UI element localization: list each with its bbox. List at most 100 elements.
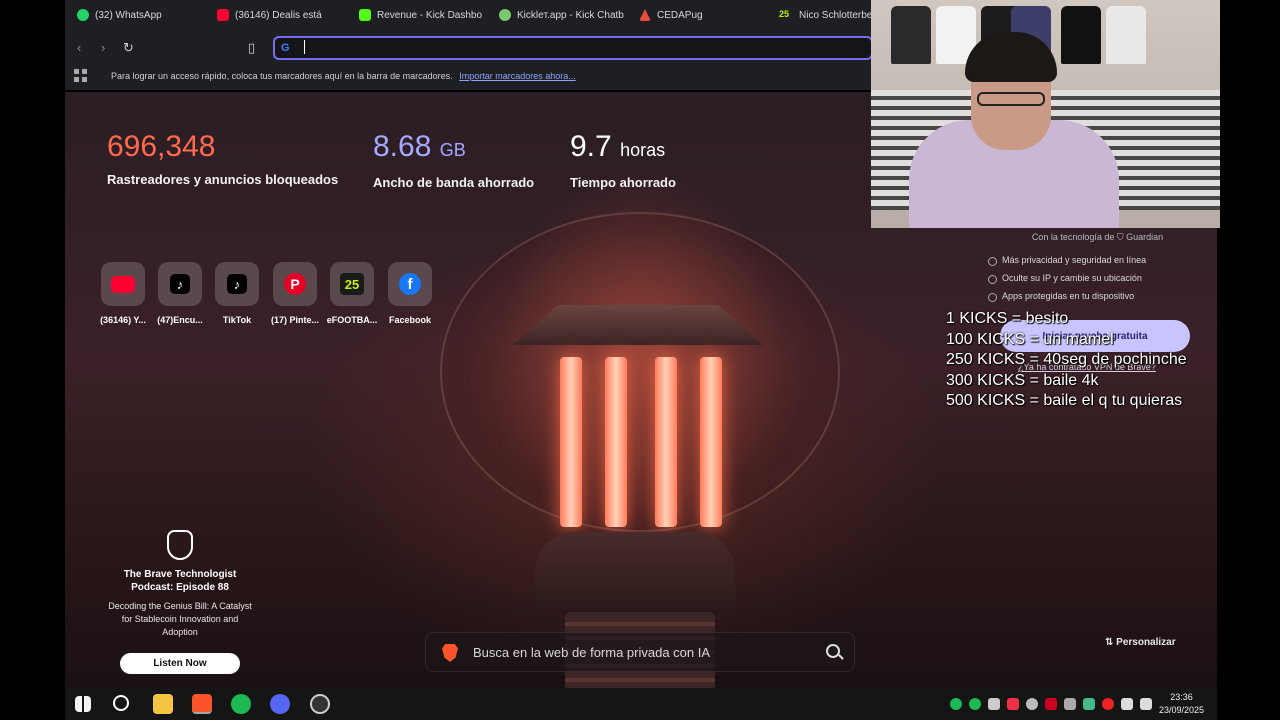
vpn-powered-by: Con la tecnología de ⛉ Guardian	[1031, 232, 1164, 242]
jersey	[891, 6, 931, 64]
tab-youtube[interactable]: (36146) Dealis está	[217, 9, 322, 21]
lightbulb-pillar	[700, 357, 722, 527]
lightbulb-pillar	[655, 357, 677, 527]
address-bar[interactable]: G	[273, 36, 873, 60]
system-clock[interactable]: 23:36 23/09/2025	[1159, 691, 1204, 717]
bandwidth-label: Ancho de banda ahorrado	[373, 175, 535, 190]
top-site-label: TikTok	[222, 315, 252, 325]
efootball-icon: 25	[779, 9, 793, 21]
time-unit: horas	[620, 140, 666, 160]
lightbulb-image	[440, 212, 840, 532]
bookmarks-message: Para lograr un acceso rápido, coloca tus…	[111, 71, 576, 81]
youtube-icon	[217, 9, 229, 21]
obs-icon[interactable]	[310, 694, 330, 714]
taskbar: 23:36 23/09/2025	[65, 688, 1217, 720]
address-input[interactable]	[303, 40, 863, 56]
apps-grid-icon[interactable]	[74, 69, 88, 83]
tab-label: Revenue - Kick Dashbo	[377, 9, 483, 21]
tray-icon[interactable]	[1083, 698, 1095, 710]
trackers-label: Rastreadores y anuncios bloqueados	[107, 172, 339, 187]
reload-icon[interactable]: ↻	[123, 40, 134, 56]
jersey	[1061, 6, 1101, 64]
tiktok-icon: ♪	[170, 274, 190, 294]
tray-icon[interactable]	[988, 698, 1000, 710]
tab-label: Kickleт.app - Kick Chatb	[517, 9, 624, 21]
tab-whatsapp[interactable]: (32) WhatsApp	[77, 9, 162, 21]
back-icon[interactable]: ‹	[77, 40, 81, 55]
search-icon[interactable]	[826, 644, 840, 658]
volume-icon[interactable]	[1140, 698, 1152, 710]
top-site-facebook[interactable]: f Facebook	[379, 262, 441, 325]
kicks-line: 1 KICKS = besito	[946, 310, 1069, 327]
top-site-youtube[interactable]: (36146) Y...	[92, 262, 154, 325]
tab-bar: (32) WhatsApp (36146) Dealis está Revenu…	[65, 0, 877, 32]
brave-icon[interactable]	[192, 694, 212, 714]
tray-icon[interactable]	[969, 698, 981, 710]
cedapug-icon	[639, 9, 651, 21]
kick-icon	[359, 9, 371, 21]
windows-start-icon[interactable]	[75, 696, 91, 712]
vpn-feature: Oculte su IP y cambie su ubicación	[988, 273, 1215, 284]
bandwidth-value: 8.68	[373, 130, 432, 163]
tray-icon[interactable]	[1026, 698, 1038, 710]
top-site-tiktok-2[interactable]: ♪ TikTok	[206, 262, 268, 325]
clock-time: 23:36	[1170, 692, 1193, 702]
forward-icon[interactable]: ›	[101, 40, 105, 55]
kicks-line: 300 KICKS = baile 4k	[946, 371, 1099, 389]
podcast-promo: The Brave Technologist Podcast: Episode …	[105, 530, 255, 674]
vpn-feature: Más privacidad y seguridad en línea	[988, 255, 1215, 266]
kicks-overlay: 1 KICKS = besito 100 KICKS = un mamel 25…	[946, 309, 1187, 412]
vpn-promo-card: Con la tecnología de ⛉ Guardian Más priv…	[980, 232, 1215, 372]
brave-search-box[interactable]: Busca en la web de forma privada con IA	[425, 632, 855, 672]
top-site-pinterest[interactable]: P (17) Pinte...	[264, 262, 326, 325]
jersey	[1106, 6, 1146, 64]
file-explorer-icon[interactable]	[153, 694, 173, 714]
time-label: Tiempo ahorrado	[570, 175, 676, 190]
kicks-line: 250 KICKS = 40seg de pochinche	[946, 351, 1187, 368]
tab-label: Nico Schlotterbec	[799, 9, 878, 21]
top-site-efootball[interactable]: 25 eFOOTBA...	[321, 262, 383, 325]
promo-subtitle: Decoding the Genius Bill: A Catalyst for…	[108, 601, 252, 637]
youtube-icon	[111, 275, 135, 293]
tray-icon[interactable]	[1064, 698, 1076, 710]
top-site-label: (36146) Y...	[100, 315, 146, 325]
tab-kick-dashboard[interactable]: Revenue - Kick Dashbo	[359, 9, 482, 21]
discord-icon[interactable]	[270, 694, 290, 714]
promo-title: The Brave Technologist Podcast: Episode …	[123, 569, 237, 593]
top-site-label: eFOOTBA...	[326, 315, 378, 325]
vpn-feature: Apps protegidas en tu dispositivo	[988, 291, 1215, 302]
tiktok-icon: ♪	[227, 274, 247, 294]
top-site-label: (47)Encu...	[157, 315, 203, 325]
top-site-label: (17) Pinte...	[270, 315, 319, 325]
spotify-icon[interactable]	[231, 694, 251, 714]
tray-icon[interactable]	[1102, 698, 1114, 710]
kicklet-icon	[499, 9, 511, 21]
search-icon[interactable]	[113, 695, 129, 711]
tray-icon[interactable]	[950, 698, 962, 710]
google-icon: G	[281, 42, 290, 54]
bookmarks-bar: Para lograr un acceso rápido, coloca tus…	[65, 62, 875, 90]
customize-button[interactable]: ⇅ Personalizar	[1105, 637, 1176, 648]
tab-label: (32) WhatsApp	[95, 9, 162, 21]
top-site-label: Facebook	[388, 315, 431, 325]
tab-kicklet[interactable]: Kickleт.app - Kick Chatb	[499, 9, 624, 21]
tray-icon[interactable]	[1007, 698, 1019, 710]
stat-bandwidth: 8.68 GB Ancho de banda ahorrado	[373, 130, 534, 190]
kicks-line: 500 KICKS = baile el q tu quieras	[946, 392, 1183, 409]
whatsapp-icon	[77, 9, 89, 21]
top-site-tiktok-1[interactable]: ♪ (47)Encu...	[149, 262, 211, 325]
tray-icon[interactable]	[1045, 698, 1057, 710]
network-icon[interactable]	[1121, 698, 1133, 710]
import-bookmarks-link[interactable]: Importar marcadores ahora...	[459, 71, 576, 81]
listen-now-button[interactable]: Listen Now	[120, 653, 240, 674]
efootball-icon: 25	[340, 273, 364, 295]
search-placeholder: Busca en la web de forma privada con IA	[473, 645, 711, 660]
tab-cedapug[interactable]: CEDAPug	[639, 9, 703, 21]
tab-nico[interactable]: 25 Nico Schlotterbec	[779, 9, 877, 21]
bookmark-icon[interactable]: ▯	[248, 40, 255, 56]
lightbulb-pillar	[605, 357, 627, 527]
clock-date: 23/09/2025	[1159, 705, 1205, 715]
tab-label: (36146) Dealis está	[235, 9, 322, 21]
facebook-icon: f	[399, 273, 421, 295]
pinterest-icon: P	[284, 273, 306, 295]
